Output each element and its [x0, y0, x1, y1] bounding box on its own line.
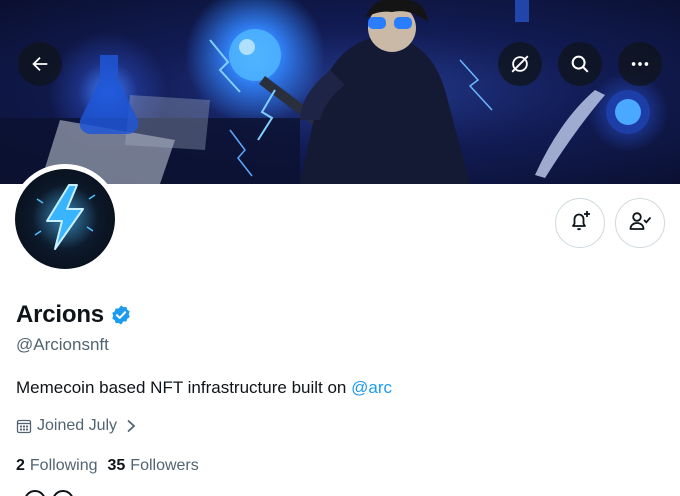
bio-text: Memecoin based NFT infrastructure built …	[16, 378, 352, 397]
following-button[interactable]	[615, 198, 665, 248]
more-icon	[629, 53, 651, 75]
followers-link[interactable]: 35 Followers	[108, 457, 199, 475]
avatar-image	[15, 169, 115, 269]
profile-banner[interactable]	[0, 0, 680, 184]
avatar[interactable]	[10, 164, 120, 274]
unmute-button[interactable]	[498, 42, 542, 86]
notifications-button[interactable]	[555, 198, 605, 248]
follow-stats: 2 Following 35 Followers	[16, 457, 199, 475]
following-count: 2	[16, 457, 25, 474]
back-button[interactable]	[18, 42, 62, 86]
followed-by-avatar	[52, 490, 74, 496]
followers-label: Followers	[130, 457, 199, 474]
search-button[interactable]	[558, 42, 602, 86]
calendar-icon	[16, 418, 32, 434]
chevron-right-icon	[126, 419, 136, 433]
followers-count: 35	[107, 457, 126, 474]
following-label: Following	[29, 457, 98, 474]
followed-by-avatar	[24, 490, 46, 496]
profile-bio: Memecoin based NFT infrastructure built …	[16, 378, 392, 398]
banner-artwork	[0, 0, 650, 184]
lightning-bolt-icon	[33, 181, 97, 258]
bell-plus-icon	[568, 209, 592, 238]
search-icon	[569, 53, 591, 75]
display-name: Arcions	[16, 301, 104, 328]
profile-name-row: Arcions	[16, 301, 132, 329]
joined-label: Joined July	[37, 417, 118, 434]
following-link[interactable]: 2 Following	[16, 457, 98, 475]
unmute-icon	[509, 53, 531, 75]
verified-badge-icon[interactable]	[110, 304, 132, 326]
more-button[interactable]	[618, 42, 662, 86]
arrow-left-icon	[29, 53, 51, 75]
bio-mention-link[interactable]: @arc	[351, 378, 392, 397]
user-check-icon	[628, 209, 652, 238]
profile-handle: @Arcionsnft	[16, 335, 109, 354]
joined-date[interactable]: Joined July	[16, 417, 136, 435]
